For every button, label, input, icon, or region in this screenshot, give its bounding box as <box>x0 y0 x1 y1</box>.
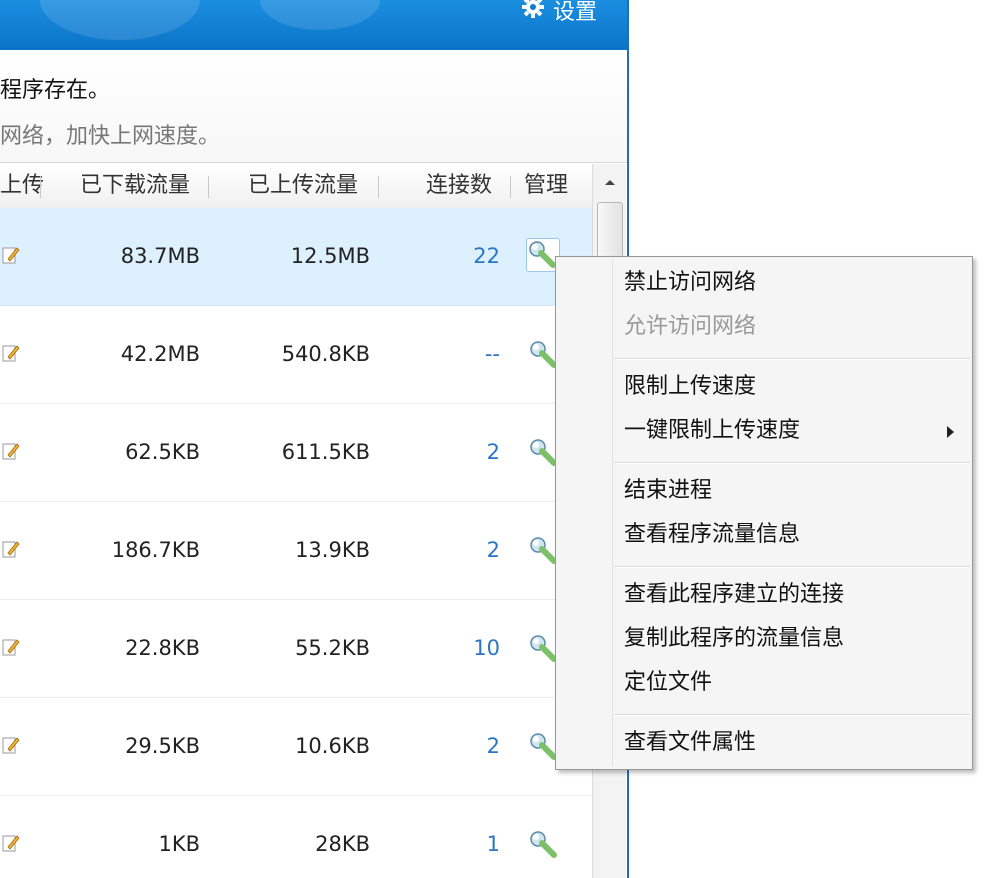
menu-item-view-connections[interactable]: 查看此程序建立的连接 <box>624 575 964 615</box>
gear-icon <box>521 0 545 25</box>
menu-item-limit-upload[interactable]: 限制上传速度 <box>624 367 964 407</box>
table-row[interactable]: 22.8KB 55.2KB 10 <box>0 600 592 698</box>
context-menu: 禁止访问网络 允许访问网络 限制上传速度 一键限制上传速度 结束进程 查看程序流… <box>555 256 973 770</box>
table-header: 上传 已下载流量 已上传流量 连接数 管理 <box>0 164 592 209</box>
menu-item-end-process[interactable]: 结束进程 <box>624 471 964 511</box>
pencil-icon[interactable] <box>2 343 20 363</box>
menu-icon-gutter <box>612 259 613 767</box>
menu-item-allow-network[interactable]: 允许访问网络 <box>624 307 964 347</box>
connections-value[interactable]: 22 <box>473 208 500 305</box>
downloaded-value: 29.5KB <box>125 734 200 758</box>
title-bar: 设置 <box>0 0 627 50</box>
connections-value[interactable]: 2 <box>487 698 500 795</box>
connections-value[interactable]: 2 <box>487 502 500 599</box>
settings-button[interactable]: 设置 <box>521 0 597 26</box>
process-list: 83.7MB 12.5MB 22 42.2MB 540.8KB -- 62.5K… <box>0 208 592 878</box>
uploaded-value: 611.5KB <box>281 440 370 464</box>
menu-item-file-properties[interactable]: 查看文件属性 <box>624 723 964 763</box>
cloud-decoration <box>40 0 200 40</box>
column-header-downloaded[interactable]: 已下载流量 <box>80 164 190 208</box>
connections-value[interactable]: -- <box>485 306 500 403</box>
column-header-upload[interactable]: 上传 <box>0 164 44 208</box>
pencil-icon[interactable] <box>2 735 20 755</box>
table-row[interactable]: 186.7KB 13.9KB 2 <box>0 502 592 600</box>
uploaded-value: 12.5MB <box>290 244 370 268</box>
scroll-up-button[interactable] <box>593 164 626 200</box>
wrench-icon[interactable] <box>528 829 560 861</box>
pencil-icon[interactable] <box>2 637 20 657</box>
uploaded-value: 10.6KB <box>295 734 370 758</box>
downloaded-value: 42.2MB <box>120 342 200 366</box>
menu-item-block-network[interactable]: 禁止访问网络 <box>624 263 964 303</box>
menu-separator <box>614 714 970 716</box>
column-header-uploaded[interactable]: 已上传流量 <box>248 164 358 208</box>
info-text-secondary: 网络，加快上网速度。 <box>0 124 221 149</box>
connections-value[interactable]: 1 <box>487 796 500 878</box>
downloaded-value: 83.7MB <box>120 244 200 268</box>
downloaded-value: 22.8KB <box>125 636 200 660</box>
info-panel: 程序存在。 网络，加快上网速度。 <box>0 50 627 163</box>
uploaded-value: 55.2KB <box>295 636 370 660</box>
downloaded-value: 186.7KB <box>111 538 200 562</box>
info-text-primary: 程序存在。 <box>0 78 111 103</box>
traffic-monitor-window: 设置 程序存在。 网络，加快上网速度。 上传 已下载流量 已上传流量 连接数 管… <box>0 0 629 878</box>
menu-item-copy-traffic-info[interactable]: 复制此程序的流量信息 <box>624 619 964 659</box>
pencil-icon[interactable] <box>2 245 20 265</box>
downloaded-value: 62.5KB <box>125 440 200 464</box>
pencil-icon[interactable] <box>2 441 20 461</box>
table-row[interactable]: 29.5KB 10.6KB 2 <box>0 698 592 796</box>
table-row[interactable]: 83.7MB 12.5MB 22 <box>0 208 592 306</box>
menu-separator <box>614 358 970 360</box>
menu-separator <box>614 566 970 568</box>
pencil-icon[interactable] <box>2 833 20 853</box>
column-header-manage[interactable]: 管理 <box>524 164 568 208</box>
connections-value[interactable]: 2 <box>487 404 500 501</box>
settings-label: 设置 <box>552 0 597 25</box>
menu-separator <box>614 462 970 464</box>
menu-item-label: 一键限制上传速度 <box>624 418 801 443</box>
table-row[interactable]: 62.5KB 611.5KB 2 <box>0 404 592 502</box>
menu-item-view-traffic-info[interactable]: 查看程序流量信息 <box>624 515 964 555</box>
column-separator <box>378 176 379 198</box>
menu-item-locate-file[interactable]: 定位文件 <box>624 663 964 703</box>
submenu-arrow-icon <box>947 426 954 438</box>
column-separator <box>208 176 209 198</box>
downloaded-value: 1KB <box>158 832 200 856</box>
chevron-up-icon <box>604 180 615 185</box>
uploaded-value: 540.8KB <box>281 342 370 366</box>
column-separator <box>40 176 41 198</box>
uploaded-value: 13.9KB <box>295 538 370 562</box>
column-separator <box>510 176 511 198</box>
connections-value[interactable]: 10 <box>473 600 500 697</box>
table-row[interactable]: 42.2MB 540.8KB -- <box>0 306 592 404</box>
cloud-decoration <box>260 0 380 30</box>
pencil-icon[interactable] <box>2 539 20 559</box>
uploaded-value: 28KB <box>315 832 370 856</box>
menu-item-quick-limit-upload[interactable]: 一键限制上传速度 <box>624 411 964 451</box>
column-header-connections[interactable]: 连接数 <box>426 164 492 208</box>
table-row[interactable]: 1KB 28KB 1 <box>0 796 592 878</box>
